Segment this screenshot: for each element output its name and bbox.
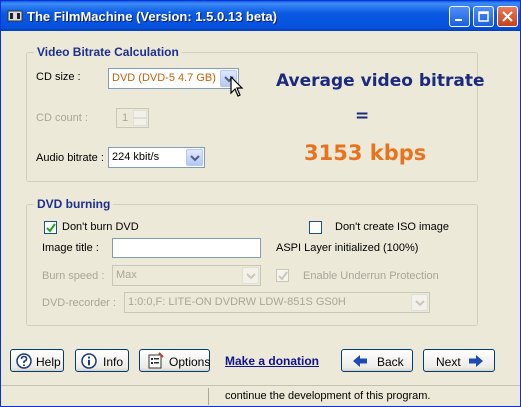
- back-button-label: Back: [377, 355, 404, 369]
- cd-size-value: DVD (DVD-5 4.7 GB): [112, 72, 216, 84]
- dvd-burning-title: DVD burning: [34, 197, 114, 211]
- dvd-recorder-select[interactable]: 1:0:0,F: LITE-ON DVDRW LDW-851S GS0H: [124, 292, 430, 313]
- maximize-button[interactable]: [473, 6, 494, 27]
- maximize-icon: [478, 11, 489, 22]
- burn-speed-select[interactable]: Max: [112, 265, 261, 286]
- cd-size-select[interactable]: DVD (DVD-5 4.7 GB): [108, 68, 239, 89]
- back-arrow-icon: [353, 355, 367, 367]
- underrun-label[interactable]: Enable Underrun Protection: [303, 270, 439, 282]
- result-label: Average video bitrate: [276, 71, 485, 91]
- underrun-checkbox[interactable]: [276, 269, 289, 282]
- close-icon: [502, 11, 513, 22]
- image-title-input[interactable]: [112, 238, 261, 258]
- chevron-down-icon: [415, 300, 425, 307]
- result-value: 3153 kbps: [304, 141, 427, 165]
- info-icon: [81, 353, 97, 369]
- aspi-status: ASPI Layer initialized (100%): [276, 242, 419, 254]
- back-button[interactable]: Back: [341, 349, 413, 372]
- minimize-button[interactable]: [449, 6, 470, 27]
- chevron-down-icon: [190, 155, 200, 162]
- donation-link[interactable]: Make a donation: [225, 354, 319, 368]
- bitrate-calc-title: Video Bitrate Calculation: [34, 45, 182, 59]
- next-button[interactable]: Next: [423, 349, 495, 372]
- cd-count-arrows[interactable]: [133, 110, 147, 126]
- next-arrow-icon: [469, 355, 483, 367]
- cd-count-value: 1: [122, 112, 129, 124]
- chevron-down-icon: [246, 273, 256, 280]
- title-bar[interactable]: The FilmMachine (Version: 1.5.0.13 beta): [1, 1, 520, 31]
- cd-count-spinner[interactable]: 1: [116, 108, 149, 128]
- status-bar: continue the development of this program…: [1, 385, 520, 406]
- window-title: The FilmMachine (Version: 1.5.0.13 beta): [27, 9, 277, 24]
- checkmark-icon: [278, 271, 288, 281]
- image-title-label: Image title :: [42, 242, 99, 254]
- options-icon: [148, 352, 164, 369]
- mouse-cursor-icon: [230, 76, 244, 97]
- info-button-label: Info: [103, 355, 124, 369]
- dont-burn-checkbox[interactable]: [44, 221, 57, 234]
- help-button[interactable]: Help: [10, 349, 64, 372]
- app-window: The FilmMachine (Version: 1.5.0.13 beta)…: [0, 0, 521, 407]
- options-button[interactable]: Options: [139, 349, 210, 372]
- dvd-recorder-label: DVD-recorder :: [42, 297, 116, 309]
- result-equals: =: [355, 106, 370, 126]
- audio-bitrate-label: Audio bitrate :: [36, 152, 104, 164]
- audio-bitrate-value: 224 kbit/s: [112, 151, 160, 163]
- options-button-label: Options: [169, 355, 211, 369]
- dont-create-iso-label[interactable]: Don't create ISO image: [335, 221, 449, 233]
- status-divider: [208, 388, 209, 405]
- audio-bitrate-select[interactable]: 224 kbit/s: [108, 147, 205, 168]
- dont-burn-label[interactable]: Don't burn DVD: [62, 221, 139, 233]
- dvd-recorder-value: 1:0:0,F: LITE-ON DVDRW LDW-851S GS0H: [128, 296, 346, 308]
- help-icon: [16, 353, 32, 369]
- app-icon: [7, 10, 23, 22]
- help-button-label: Help: [36, 355, 61, 369]
- close-button[interactable]: [497, 6, 518, 27]
- minimize-icon: [455, 19, 462, 21]
- checkmark-icon: [46, 223, 56, 233]
- cd-size-label: CD size :: [36, 71, 81, 83]
- next-button-label: Next: [436, 355, 461, 369]
- status-text: continue the development of this program…: [225, 390, 431, 402]
- dvd-recorder-dropdown-button[interactable]: [411, 294, 428, 311]
- burn-speed-label: Burn speed :: [42, 270, 105, 282]
- burn-speed-value: Max: [116, 269, 137, 281]
- dont-create-iso-checkbox[interactable]: [309, 221, 322, 234]
- cd-count-label: CD count :: [36, 112, 88, 124]
- info-button[interactable]: Info: [75, 349, 129, 372]
- audio-bitrate-dropdown-button[interactable]: [186, 149, 203, 166]
- burn-speed-dropdown-button[interactable]: [242, 267, 259, 284]
